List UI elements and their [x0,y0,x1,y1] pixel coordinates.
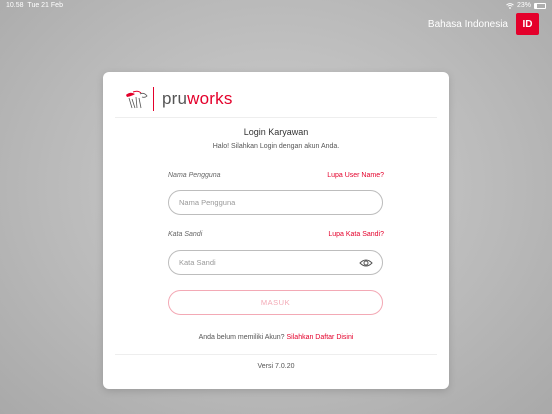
battery-percent: 23% [516,2,531,9]
status-bar: 10.58 Tue 21 Feb 23% [0,0,552,11]
status-time: 10.58 [6,2,24,9]
language-code-badge[interactable]: ID [516,13,539,35]
wifi-icon [506,2,514,9]
logo-text: pruworks [162,89,233,109]
signup-link[interactable]: Silahkan Daftar Disini [287,334,354,341]
battery-fill [535,3,538,8]
logo-text-prefix: pru [162,89,188,108]
password-placeholder: Kata Sandi [179,258,216,267]
signup-prompt: Anda belum memiliki Akun? Silahkan Dafta… [103,334,449,341]
card-divider-top [115,117,437,118]
page-subtitle: Halo! Silahkan Login dengan akun Anda. [212,143,340,150]
prudential-emblem-icon [126,90,148,109]
forgot-password-link[interactable]: Lupa Kata Sandi? [328,231,384,238]
login-card: pruworks Login Karyawan Halo! Silahkan L… [103,72,449,389]
login-submit-button[interactable]: MASUK [168,290,383,315]
card-divider-bottom [115,354,437,355]
password-label: Kata Sandi [168,231,203,238]
show-password-eye-icon[interactable] [359,257,373,269]
username-input[interactable]: Nama Pengguna [168,190,383,215]
language-selector[interactable]: Bahasa Indonesia ID [428,13,539,35]
forgot-username-link[interactable]: Lupa User Name? [327,172,384,179]
app-version: Versi 7.0.20 [257,363,295,370]
pruworks-logo: pruworks [123,86,233,112]
battery-icon [534,2,546,9]
status-date: Tue 21 Feb [27,2,63,9]
logo-text-suffix: works [187,89,233,108]
page-title: Login Karyawan [243,127,309,137]
signup-prompt-text: Anda belum memiliki Akun? [198,334,285,341]
status-indicators: 23% [506,0,546,11]
status-time-date: 10.58 Tue 21 Feb [6,0,63,11]
username-placeholder: Nama Pengguna [179,198,236,207]
username-label: Nama Pengguna [168,172,221,179]
password-input[interactable]: Kata Sandi [168,250,383,275]
logo-divider [153,87,154,111]
language-label[interactable]: Bahasa Indonesia [428,19,508,30]
